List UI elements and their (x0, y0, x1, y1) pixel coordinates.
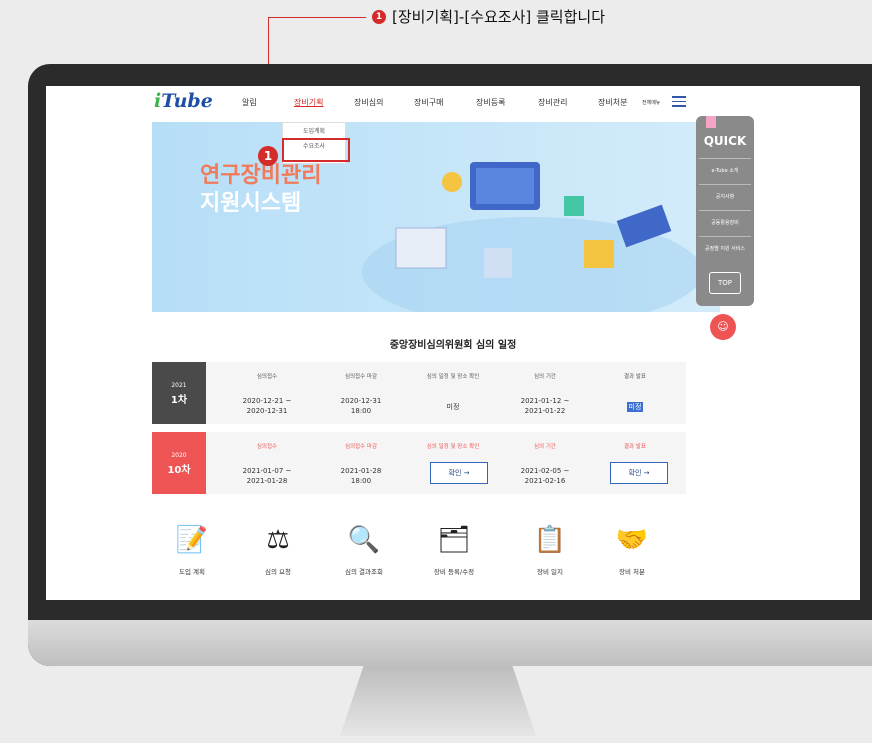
menu-alert[interactable]: 알림 (242, 97, 257, 108)
menu-equipment-purchase[interactable]: 장비구매 (414, 97, 443, 108)
menu-equipment-disposal[interactable]: 장비처분 (598, 97, 627, 108)
scale-icon: ⚖ (266, 525, 290, 555)
quick-title: QUICK (703, 134, 747, 148)
confirm-place-button[interactable]: 확인 → (430, 462, 488, 484)
menu-equipment-planning[interactable]: 장비기획 (294, 97, 323, 108)
shortcut-label: 심의 결과조회 (345, 568, 383, 576)
logo[interactable]: iTube (154, 90, 213, 112)
schedule-row: 2020 10차 심의접수 심의접수 마감 심의 일정 및 장소 확인 심의 기… (152, 432, 686, 494)
hamburger-icon[interactable] (672, 96, 686, 107)
cell-deadline: 2021-01-28 18:00 (340, 467, 382, 485)
shortcut-label: 장비 처분 (619, 568, 645, 576)
cell-period: 2021-01-12 ~ 2021-01-22 (520, 397, 570, 415)
header-place: 심의 일정 및 장소 확인 (426, 444, 480, 450)
quick-item-process-service[interactable]: 공정별 지원 서비스 (699, 236, 751, 252)
step-badge-marker: 1 (258, 146, 278, 166)
bookmark-icon (706, 116, 716, 128)
quick-item-intro[interactable]: e-Tube 소개 (699, 158, 751, 174)
menu-equipment-review[interactable]: 장비심의 (354, 97, 383, 108)
schedule-title: 중앙장비심의위원회 심의 일정 (389, 340, 517, 351)
shortcut-review-result[interactable]: 🔍 심의 결과조회 (334, 522, 394, 576)
shortcut-label: 장비 일지 (537, 568, 563, 576)
round-year: 2021 (171, 382, 187, 389)
handshake-icon: 🤝 (615, 525, 649, 555)
hero-banner: 연구장비관리 지원시스템 (152, 122, 720, 312)
quick-bar: QUICK e-Tube 소개 공지사항 공동활용장비 공정별 지원 서비스 T… (696, 116, 754, 306)
header-reception: 심의접수 (256, 444, 278, 450)
confirm-result-button[interactable]: 확인 → (610, 462, 668, 484)
instruction-text: [장비기획]-[수요조사] 클릭합니다 (392, 8, 605, 26)
round-label: 2020 10차 (152, 432, 206, 494)
log-icon: 📋 (533, 525, 567, 555)
header-deadline: 심의접수 마감 (344, 444, 378, 450)
shortcut-label: 도입 계획 (179, 568, 205, 576)
shortcut-label: 장비 등록/수정 (433, 568, 475, 576)
browser-screen: iTube 알림 장비기획 장비심의 장비구매 장비등록 장비관리 장비처분 전… (46, 86, 860, 600)
all-menu-label[interactable]: 전체메뉴 (642, 99, 660, 106)
header-deadline: 심의접수 마감 (344, 374, 378, 380)
menu-equipment-manage[interactable]: 장비관리 (538, 97, 567, 108)
cell-result: 미정 (590, 402, 680, 412)
header-period: 심의 기간 (534, 444, 556, 450)
header-reception: 심의접수 (256, 374, 278, 380)
shortcut-label: 심의 요청 (265, 568, 291, 576)
cell-reception: 2020-12-21 ~ 2020-12-31 (242, 397, 292, 415)
search-list-icon: 🔍 (347, 525, 381, 555)
round-number: 1차 (170, 395, 188, 406)
demand-survey-highlight (282, 138, 350, 162)
header-period: 심의 기간 (534, 374, 556, 380)
result-highlight: 미정 (626, 402, 644, 412)
menu-equipment-register[interactable]: 장비등록 (476, 97, 505, 108)
round-label: 2021 1차 (152, 362, 206, 424)
cell-period: 2021-02-05 ~ 2021-02-16 (520, 467, 570, 485)
quick-item-shared-equipment[interactable]: 공동활용장비 (699, 210, 751, 226)
cell-reception: 2021-01-07 ~ 2021-01-28 (242, 467, 292, 485)
instruction-callout: 1 [장비기획]-[수요조사] 클릭합니다 (372, 6, 605, 27)
header-place: 심의 일정 및 장소 확인 (426, 374, 480, 380)
quick-item-notice[interactable]: 공지사항 (699, 184, 751, 200)
schedule-row: 2021 1차 심의접수 심의접수 마감 심의 일정 및 장소 확인 심의 기간… (152, 362, 686, 424)
header-result: 결과 발표 (624, 374, 646, 380)
hero-illustration (362, 162, 702, 312)
dropdown-item-intro-plan[interactable]: 도입계획 (283, 123, 345, 138)
document-icon: 📝 (175, 525, 209, 555)
shortcut-intro-plan[interactable]: 📝 도입 계획 (162, 522, 222, 576)
cell-place: 미정 (446, 403, 460, 411)
shortcut-equipment-edit[interactable]: 🗂 장비 등록/수정 (424, 522, 484, 576)
top-button[interactable]: TOP (709, 272, 741, 294)
monitor-chin (28, 620, 872, 666)
round-year: 2020 (171, 452, 187, 459)
shortcut-review-request[interactable]: ⚖ 심의 요청 (248, 522, 308, 576)
step-badge: 1 (372, 9, 386, 24)
callout-line-horizontal (268, 17, 366, 18)
round-number: 10차 (167, 465, 191, 476)
shortcut-equipment-log[interactable]: 📋 장비 일지 (520, 522, 580, 576)
header-result: 결과 발표 (624, 444, 646, 450)
monitor-stand (340, 666, 536, 736)
register-icon: 🗂 (437, 525, 471, 555)
shortcut-equipment-disposal[interactable]: 🤝 장비 처분 (602, 522, 662, 576)
cell-deadline: 2020-12-31 18:00 (340, 397, 382, 415)
